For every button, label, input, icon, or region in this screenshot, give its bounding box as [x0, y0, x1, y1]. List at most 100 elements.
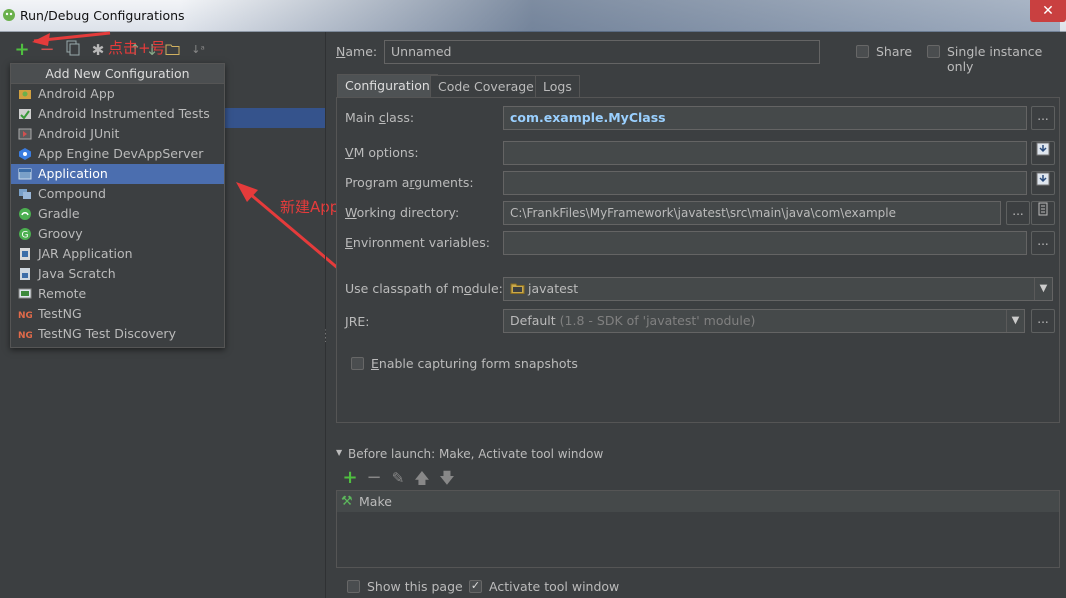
share-checkbox[interactable] [856, 45, 869, 58]
svg-text:NG: NG [18, 311, 32, 321]
popup-item-remote[interactable]: Remote [11, 284, 224, 304]
popup-item-label: Android App [38, 86, 115, 101]
popup-item-label: Groovy [38, 226, 83, 241]
splitter-handle[interactable]: ::: [324, 328, 330, 346]
jar-application-icon [18, 247, 32, 261]
popup-item-label: Android Instrumented Tests [38, 106, 210, 121]
popup-item-android-app[interactable]: Android App [11, 84, 224, 104]
popup-item-application[interactable]: Application [11, 164, 224, 184]
classpath-module-value: javatest [528, 281, 579, 296]
main-class-label: Main class: [345, 110, 415, 125]
working-directory-label: Working directory: [345, 205, 460, 220]
tab-logs[interactable]: Logs [535, 75, 580, 99]
activate-tool-checkbox[interactable]: ✓ [469, 580, 482, 593]
environment-variables-field[interactable] [503, 231, 1027, 255]
jre-detail: (1.8 - SDK of 'javatest' module) [559, 313, 756, 328]
popup-item-android-junit[interactable]: Android JUnit [11, 124, 224, 144]
single-instance-checkbox[interactable] [927, 45, 940, 58]
environment-variables-label: Environment variables: [345, 235, 490, 250]
gradle-icon [18, 207, 32, 221]
popup-item-label: JAR Application [38, 246, 133, 261]
popup-item-label: App Engine DevAppServer [38, 146, 204, 161]
tab-configuration[interactable]: Configuration [337, 74, 438, 98]
popup-item-label: Android JUnit [38, 126, 120, 141]
add-configuration-popup: Add New Configuration Android App Android… [10, 63, 225, 348]
before-launch-toolbar: + − ✎ 🡅 🡇 [340, 468, 470, 488]
popup-item-gradle[interactable]: Gradle [11, 204, 224, 224]
show-page-checkbox[interactable] [347, 580, 360, 593]
name-label: Name: [336, 44, 378, 59]
before-launch-item[interactable]: ⚒ Make [337, 491, 1059, 512]
jre-select[interactable]: Default (1.8 - SDK of 'javatest' module)… [503, 309, 1025, 333]
popup-item-label: TestNG [38, 306, 82, 321]
remote-icon [18, 287, 32, 301]
before-launch-item-label: Make [359, 494, 392, 509]
edit-icon[interactable]: ✎ [388, 468, 408, 488]
svg-text:NG: NG [18, 331, 32, 341]
module-folder-icon [510, 283, 525, 294]
chevron-down-icon[interactable]: ▼ [1034, 278, 1052, 300]
popup-item-label: Gradle [38, 206, 80, 221]
add-icon[interactable]: + [340, 468, 360, 488]
hammer-icon: ⚒ [341, 494, 353, 509]
program-arguments-expand-icon[interactable] [1031, 171, 1055, 195]
popup-item-android-instrumented-tests[interactable]: Android Instrumented Tests [11, 104, 224, 124]
java-scratch-icon [18, 267, 32, 281]
classpath-module-label: Use classpath of module: [345, 281, 503, 296]
jre-label: JRE: [345, 314, 370, 329]
popup-item-compound[interactable]: Compound [11, 184, 224, 204]
testng-discovery-icon: NG [18, 327, 33, 341]
working-directory-field[interactable]: C:\FrankFiles\MyFramework\javatest\src\m… [503, 201, 1001, 225]
close-button[interactable]: ✕ [1030, 0, 1066, 22]
groovy-icon: G [18, 227, 32, 241]
app-engine-icon [18, 147, 32, 161]
popup-item-label: Application [38, 166, 108, 181]
main-class-field[interactable]: com.example.MyClass [503, 106, 1027, 130]
main-class-browse-button[interactable]: ... [1031, 106, 1055, 130]
android-tests-icon [18, 107, 32, 121]
program-arguments-label: Program arguments: [345, 175, 474, 190]
vm-options-field[interactable] [503, 141, 1027, 165]
popup-item-jar-application[interactable]: JAR Application [11, 244, 224, 264]
environment-variables-browse-button[interactable]: ... [1031, 231, 1055, 255]
chevron-down-icon[interactable]: ▼ [1006, 310, 1024, 332]
splitter[interactable] [325, 32, 326, 598]
before-launch-list: ⚒ Make [336, 490, 1060, 568]
name-field[interactable]: Unnamed [384, 40, 820, 64]
popup-item-groovy[interactable]: G Groovy [11, 224, 224, 244]
form-snapshots-checkbox[interactable] [351, 357, 364, 370]
vm-options-label: VM options: [345, 145, 419, 160]
before-launch-toggle-icon[interactable]: ▼ [336, 448, 342, 457]
program-arguments-field[interactable] [503, 171, 1027, 195]
working-directory-macro-icon[interactable] [1031, 201, 1055, 225]
single-instance-label: Single instance only [947, 44, 1043, 74]
testng-icon: NG [18, 307, 33, 321]
move-down-icon[interactable]: 🡇 [437, 468, 457, 488]
compound-icon [18, 187, 32, 201]
popup-item-label: Compound [38, 186, 106, 201]
popup-item-label: TestNG Test Discovery [38, 326, 176, 341]
popup-item-testng-test-discovery[interactable]: NG TestNG Test Discovery [11, 324, 224, 344]
remove-icon[interactable]: − [364, 468, 384, 488]
classpath-module-select[interactable]: javatest ▼ [503, 277, 1053, 301]
move-up-icon[interactable]: 🡅 [412, 468, 432, 488]
popup-item-testng[interactable]: NG TestNG [11, 304, 224, 324]
application-icon [18, 167, 32, 181]
android-app-icon [18, 87, 32, 101]
form-snapshots-label: Enable capturing form snapshots [371, 356, 578, 371]
svg-text:G: G [22, 231, 29, 241]
popup-item-java-scratch[interactable]: Java Scratch [11, 264, 224, 284]
tab-code-coverage[interactable]: Code Coverage [430, 75, 542, 99]
popup-title: Add New Configuration [11, 64, 224, 84]
android-junit-icon [18, 127, 32, 141]
popup-item-label: Remote [38, 286, 87, 301]
jre-browse-button[interactable]: ... [1031, 309, 1055, 333]
working-directory-browse-button[interactable]: ... [1006, 201, 1030, 225]
activate-tool-label: Activate tool window [489, 579, 620, 594]
before-launch-header[interactable]: Before launch: Make, Activate tool windo… [348, 447, 603, 461]
show-page-label: Show this page [367, 579, 463, 594]
share-label: Share [876, 44, 913, 59]
vm-options-expand-icon[interactable] [1031, 141, 1055, 165]
popup-item-app-engine-devappserver[interactable]: App Engine DevAppServer [11, 144, 224, 164]
popup-item-label: Java Scratch [38, 266, 116, 281]
